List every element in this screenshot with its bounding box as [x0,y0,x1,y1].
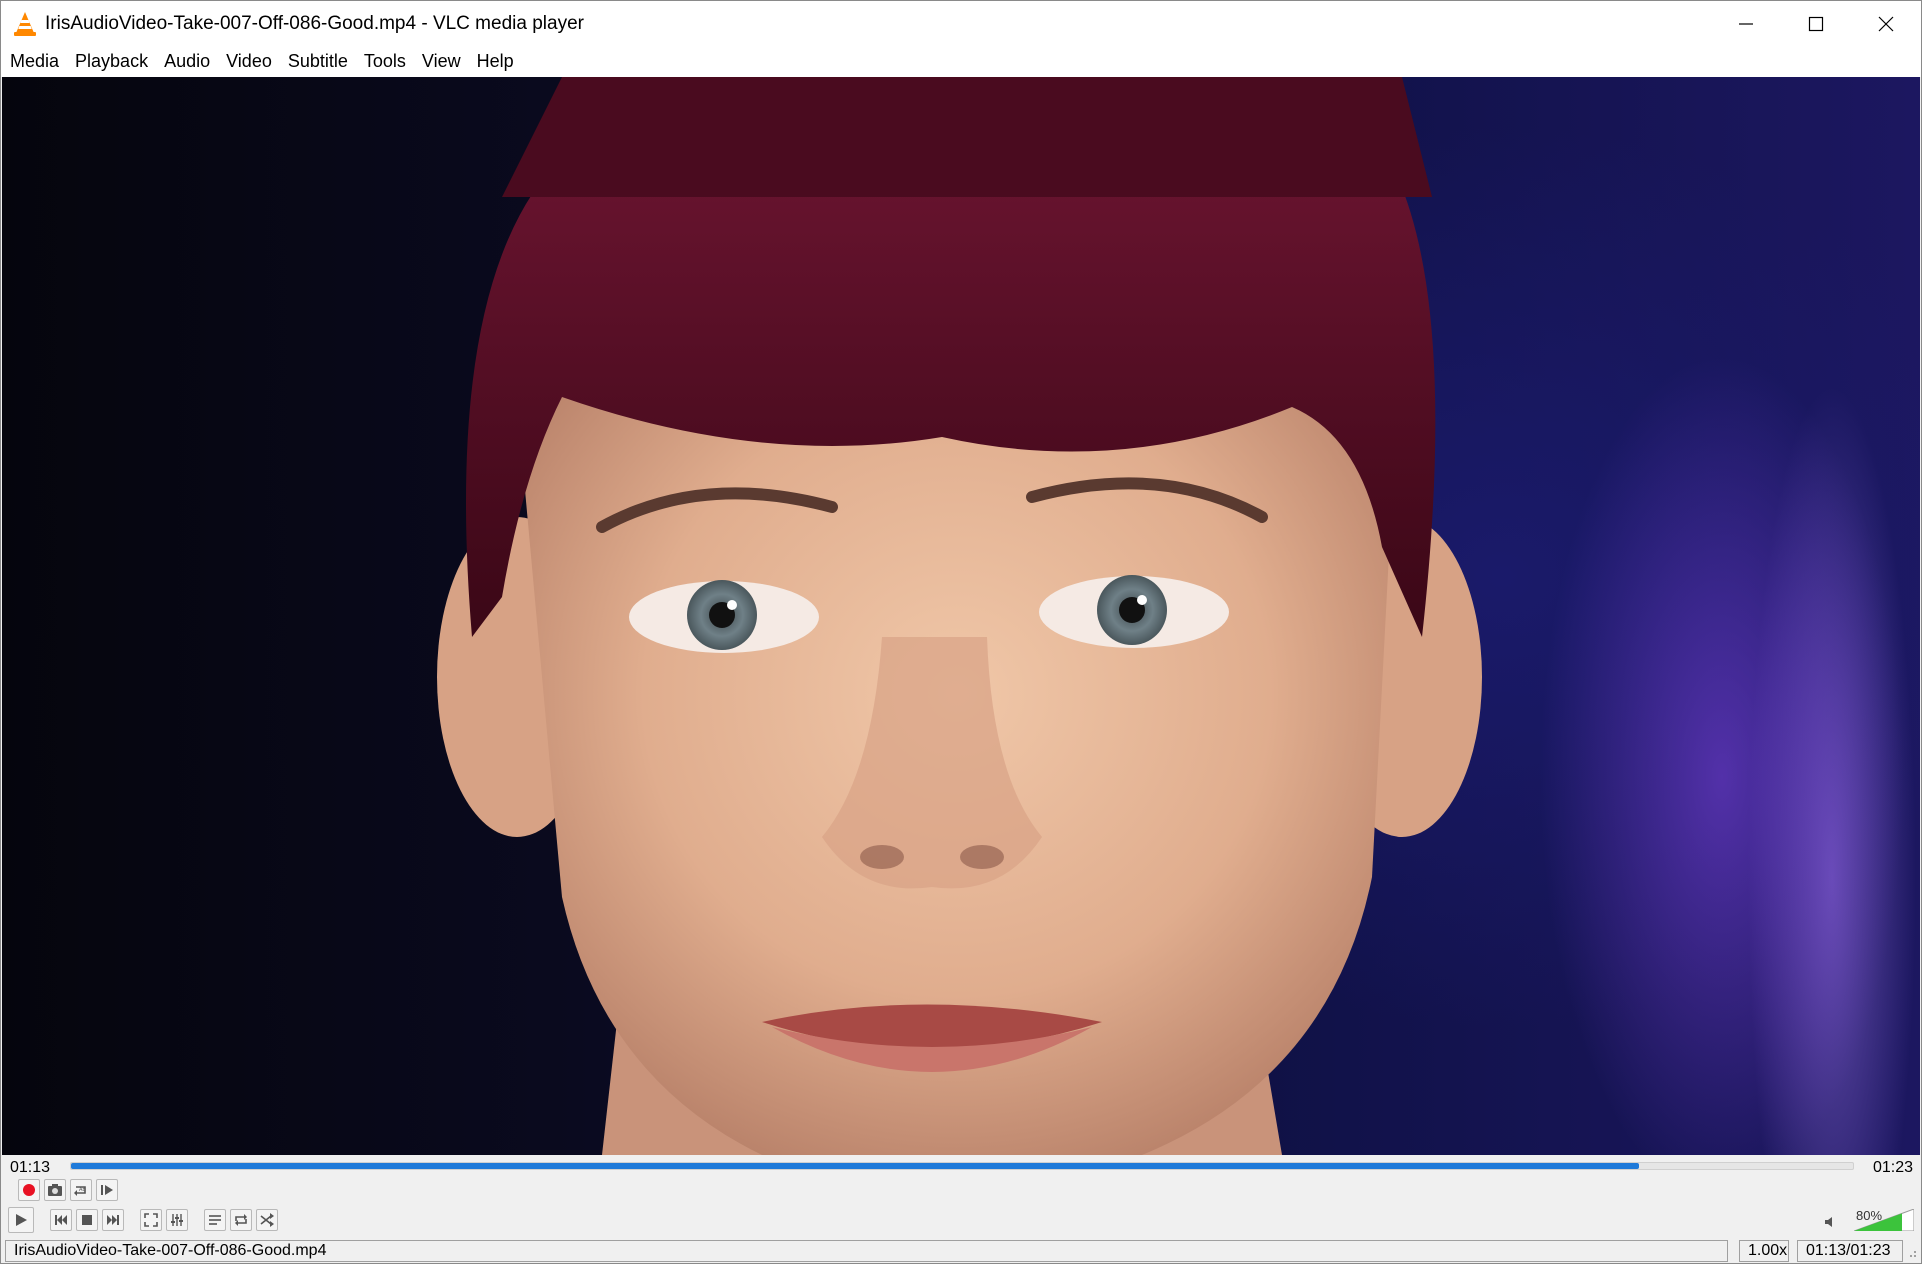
svg-text:AB: AB [79,1187,86,1193]
total-time: 01:23 [1872,1159,1913,1176]
snapshot-icon [48,1184,62,1196]
maximize-button[interactable] [1781,1,1851,46]
minimize-button[interactable] [1711,1,1781,46]
status-bar: IrisAudioVideo-Take-007-Off-086-Good.mp4… [1,1238,1921,1263]
loop-button[interactable] [230,1209,252,1231]
vlc-cone-icon [13,11,37,37]
maximize-icon [1808,16,1824,31]
menu-subtitle[interactable]: Subtitle [280,46,356,77]
play-icon [16,1214,27,1226]
volume-control[interactable]: 80% [1816,1207,1916,1231]
seek-row: 01:13 01:23 [1,1155,1921,1181]
status-filename: IrisAudioVideo-Take-007-Off-086-Good.mp4 [5,1240,1728,1262]
playlist-icon [209,1215,221,1225]
extended-settings-icon [171,1214,183,1226]
menu-tools[interactable]: Tools [356,46,414,77]
vlc-window: IrisAudioVideo-Take-007-Off-086-Good.mp4… [0,0,1922,1264]
menu-media[interactable]: Media [2,46,67,77]
window-controls [1711,1,1921,46]
close-button[interactable] [1851,1,1921,46]
menu-bar: Media Playback Audio Video Subtitle Tool… [1,46,1921,77]
menu-video[interactable]: Video [218,46,280,77]
next-icon [107,1215,119,1225]
playlist-button[interactable] [204,1209,226,1231]
seek-slider[interactable] [70,1162,1854,1170]
play-button[interactable] [8,1207,34,1233]
elapsed-time: 01:13 [10,1159,51,1176]
fullscreen-button[interactable] [140,1209,162,1231]
speaker-icon[interactable] [1824,1215,1838,1229]
menu-view[interactable]: View [414,46,469,77]
seek-progress-fill [71,1163,1640,1169]
menu-audio[interactable]: Audio [156,46,218,77]
loop-icon [235,1214,247,1226]
record-icon [23,1184,35,1196]
close-icon [1878,16,1894,31]
frame-step-icon [101,1185,113,1195]
minimize-icon [1739,22,1753,25]
shuffle-icon [260,1213,274,1227]
fullscreen-icon [144,1213,158,1227]
status-time[interactable]: 01:13/01:23 [1797,1240,1903,1262]
previous-icon [55,1215,67,1225]
extended-settings-button[interactable] [166,1209,188,1231]
previous-button[interactable] [50,1209,72,1231]
video-frame-portrait [437,77,1482,1155]
menu-help[interactable]: Help [469,46,522,77]
shuffle-button[interactable] [256,1209,278,1231]
next-button[interactable] [102,1209,124,1231]
frame-step-button[interactable] [96,1179,118,1201]
window-title: IrisAudioVideo-Take-007-Off-086-Good.mp4… [45,12,584,34]
video-display[interactable] [2,77,1920,1155]
snapshot-button[interactable] [44,1179,66,1201]
ab-loop-icon: AB [74,1186,86,1196]
volume-slider[interactable] [1854,1209,1914,1231]
stop-icon [82,1215,92,1225]
menu-playback[interactable]: Playback [67,46,156,77]
playback-speed[interactable]: 1.00x [1739,1240,1789,1262]
resize-grip-icon[interactable] [1907,1250,1917,1260]
record-button[interactable] [18,1179,40,1201]
stop-button[interactable] [76,1209,98,1231]
title-bar[interactable]: IrisAudioVideo-Take-007-Off-086-Good.mp4… [1,1,1921,46]
ab-loop-button[interactable]: AB [70,1179,92,1201]
